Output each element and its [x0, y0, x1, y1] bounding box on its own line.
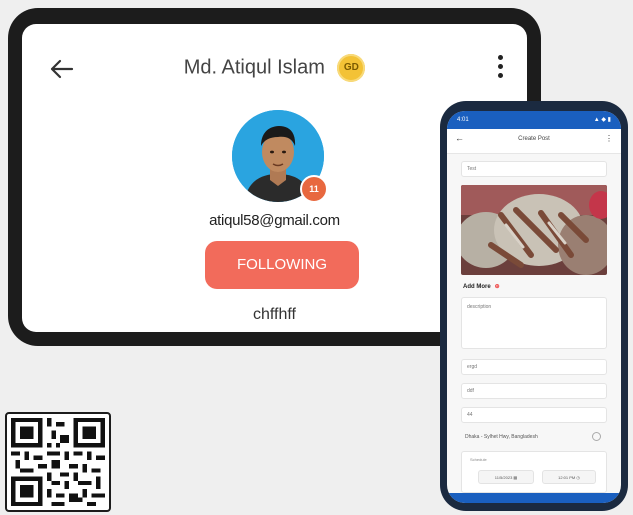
field-1-input[interactable]: ergd — [461, 359, 607, 375]
gold-level-badge: GD — [337, 54, 366, 82]
status-bar: 4:01 ▲ ◆ ▮ — [447, 111, 621, 129]
schedule-date-field[interactable]: 11/5/2023 ▦ — [478, 470, 534, 484]
clock-icon: ◷ — [576, 475, 580, 480]
post-image[interactable] — [461, 185, 607, 275]
add-more-text: Add More — [463, 284, 491, 290]
add-icon[interactable]: ⊕ — [495, 284, 500, 290]
app-bar: ← Create Post ⋮ — [447, 129, 621, 154]
following-button[interactable]: FOLLOWING — [205, 241, 359, 289]
field-2-input[interactable]: ddf — [461, 383, 607, 399]
field-3-input[interactable]: 44 — [461, 407, 607, 423]
qr-code-icon — [11, 418, 105, 506]
location-target-icon[interactable] — [592, 432, 601, 441]
title-input[interactable]: Test — [461, 161, 607, 177]
qr-code — [5, 412, 111, 512]
avatar-badge: 11 — [300, 175, 328, 203]
location-row[interactable]: Dhaka - Sylhet Hwy, Bangladesh — [461, 429, 607, 445]
more-menu-icon[interactable] — [495, 52, 505, 82]
screen-title: Create Post — [518, 136, 550, 142]
add-more-label[interactable]: Add More ⊕ — [463, 283, 500, 290]
phone-frame: 4:01 ▲ ◆ ▮ ← Create Post ⋮ Test Add More… — [440, 101, 628, 511]
status-time: 4:01 — [457, 117, 469, 123]
create-post-screen: 4:01 ▲ ◆ ▮ ← Create Post ⋮ Test Add More… — [447, 111, 621, 503]
calendar-icon: ▦ — [513, 475, 518, 480]
location-text: Dhaka - Sylhet Hwy, Bangladesh — [465, 434, 538, 440]
schedule-time: 12:01 PM — [558, 475, 576, 480]
schedule-label: Schedule — [470, 457, 487, 462]
food-photo — [461, 185, 607, 275]
bottom-nav-bar — [447, 493, 621, 503]
schedule-date: 11/5/2023 — [494, 475, 513, 480]
profile-header: Md. Atiqul Islam GD — [22, 54, 527, 82]
schedule-box: Schedule 11/5/2023 ▦ 12:01 PM ◷ — [461, 451, 607, 493]
schedule-time-field[interactable]: 12:01 PM ◷ — [542, 470, 596, 484]
profile-name: Md. Atiqul Islam — [183, 56, 325, 79]
menu-icon[interactable]: ⋮ — [605, 134, 613, 143]
description-field[interactable]: description — [461, 297, 607, 349]
status-icons: ▲ ◆ ▮ — [593, 117, 611, 123]
